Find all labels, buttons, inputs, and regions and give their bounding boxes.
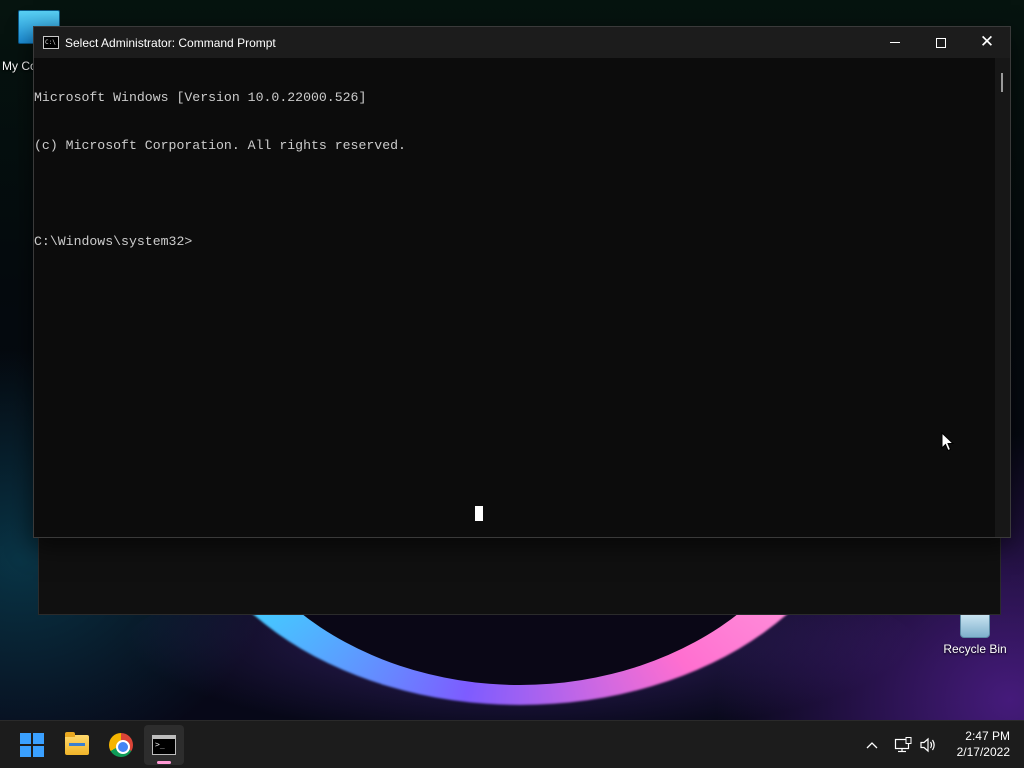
scrollbar-thumb[interactable] xyxy=(1001,73,1003,92)
text-cursor xyxy=(475,506,483,521)
close-icon: ✕ xyxy=(979,32,995,52)
recycle-bin-icon xyxy=(960,612,990,638)
show-hidden-icons-button[interactable] xyxy=(866,721,878,768)
active-app-indicator xyxy=(157,761,171,764)
taskbar-clock[interactable]: 2:47 PM 2/17/2022 xyxy=(946,728,1010,760)
volume-button[interactable] xyxy=(919,721,937,768)
maximize-button[interactable] xyxy=(918,27,964,58)
close-button[interactable]: ✕ xyxy=(964,27,1010,58)
desktop-icon-label: My Co xyxy=(2,59,37,73)
chrome-icon xyxy=(109,733,133,757)
desktop-icon-label: Recycle Bin xyxy=(943,642,1007,656)
clock-date: 2/17/2022 xyxy=(956,745,1010,759)
taskbar-chrome[interactable] xyxy=(101,725,141,765)
title-bar[interactable]: C:\ Select Administrator: Command Prompt… xyxy=(34,27,1010,58)
console-line: (c) Microsoft Corporation. All rights re… xyxy=(34,138,406,153)
chevron-up-icon xyxy=(866,742,878,749)
cmd-icon xyxy=(152,735,176,755)
mouse-pointer-icon xyxy=(941,432,955,452)
taskbar: 2:47 PM 2/17/2022 xyxy=(0,720,1024,768)
minimize-icon xyxy=(890,42,900,43)
taskbar-file-explorer[interactable] xyxy=(57,725,97,765)
vertical-scrollbar[interactable] xyxy=(995,58,1010,537)
windows-logo-icon xyxy=(20,733,44,757)
window-title: Select Administrator: Command Prompt xyxy=(65,35,276,50)
folder-icon xyxy=(65,732,89,755)
minimize-button[interactable] xyxy=(872,27,918,58)
desktop-icon-recycle-bin[interactable]: Recycle Bin xyxy=(937,612,1013,656)
network-button[interactable] xyxy=(894,721,912,768)
start-button[interactable] xyxy=(12,725,52,765)
taskbar-command-prompt[interactable] xyxy=(144,725,184,765)
network-icon xyxy=(894,737,912,753)
clock-time: 2:47 PM xyxy=(965,729,1010,743)
maximize-icon xyxy=(936,37,946,48)
volume-icon xyxy=(920,737,935,753)
command-prompt-line: C:\Windows\system32> xyxy=(34,234,193,249)
cmd-icon: C:\ xyxy=(43,36,59,49)
cmd-icon-text: C:\ xyxy=(45,39,56,46)
command-prompt-window[interactable]: C:\ Select Administrator: Command Prompt… xyxy=(33,26,1011,538)
console-line: Microsoft Windows [Version 10.0.22000.52… xyxy=(34,90,367,105)
console-output[interactable]: Microsoft Windows [Version 10.0.22000.52… xyxy=(34,58,996,537)
